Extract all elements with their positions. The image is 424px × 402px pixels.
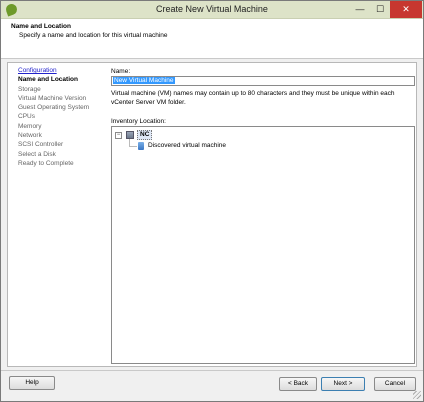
cancel-button[interactable]: Cancel — [374, 377, 416, 391]
create-vm-window: Create New Virtual Machine — ☐ ✕ Name an… — [0, 0, 424, 402]
collapse-icon[interactable]: − — [115, 132, 122, 139]
wizard-content: Configuration Name and Location Storage … — [7, 62, 417, 367]
step-select-disk: Select a Disk — [18, 150, 56, 158]
next-button[interactable]: Next > — [321, 377, 365, 391]
step-memory: Memory — [18, 122, 42, 130]
tree-node-discovered-vm[interactable]: Discovered virtual machine — [138, 141, 338, 151]
minimize-button[interactable]: — — [350, 1, 370, 18]
step-vm-version: Virtual Machine Version — [18, 94, 87, 102]
name-label: Name: — [111, 68, 131, 75]
folder-icon — [138, 142, 144, 150]
close-button[interactable]: ✕ — [390, 1, 422, 18]
step-network: Network — [18, 132, 42, 140]
tree-connector — [129, 146, 137, 147]
step-ready-to-complete: Ready to Complete — [18, 159, 74, 167]
step-guest-os: Guest Operating System — [18, 104, 90, 112]
footer-divider — [1, 370, 423, 371]
resize-grip-icon[interactable] — [413, 391, 421, 399]
maximize-button[interactable]: ☐ — [370, 1, 390, 18]
title-bar[interactable]: Create New Virtual Machine — ☐ ✕ — [1, 1, 423, 19]
tree-node-nc[interactable]: − NC — [112, 130, 412, 140]
step-storage: Storage — [18, 85, 41, 93]
step-configuration[interactable]: Configuration — [8, 66, 108, 75]
help-button[interactable]: Help — [9, 376, 55, 390]
step-cpus: CPUs — [18, 113, 35, 121]
tree-node-label: NC — [137, 130, 153, 140]
back-button[interactable]: < Back — [279, 377, 317, 391]
page-subtitle: Specify a name and location for this vir… — [19, 32, 168, 39]
vm-name-value: New Virtual Machine — [113, 77, 175, 84]
main-panel: Name: New Virtual Machine Virtual machin… — [111, 63, 416, 366]
name-help-text: Virtual machine (VM) names may contain u… — [111, 90, 395, 106]
wizard-steps-nav: Configuration Name and Location Storage … — [8, 66, 108, 168]
step-scsi-controller: SCSI Controller — [18, 141, 64, 149]
wizard-header: Name and Location Specify a name and loc… — [1, 19, 423, 59]
page-title: Name and Location — [11, 23, 71, 30]
tree-node-label: Discovered virtual machine — [148, 142, 227, 149]
step-name-and-location: Name and Location — [18, 76, 78, 84]
inventory-tree[interactable]: − NC Discovered virtual machine — [111, 126, 415, 364]
datacenter-icon — [126, 131, 134, 139]
inventory-location-label: Inventory Location: — [111, 118, 166, 125]
vm-name-input[interactable]: New Virtual Machine — [111, 76, 415, 86]
